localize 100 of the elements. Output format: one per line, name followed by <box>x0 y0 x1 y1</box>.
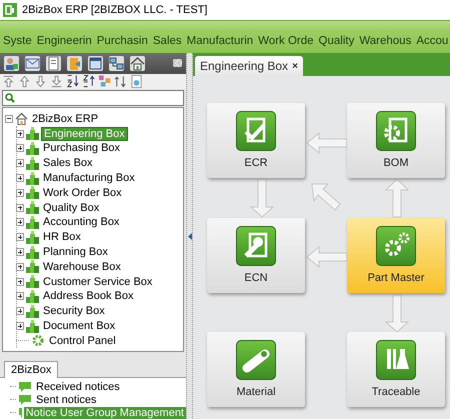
tree-item[interactable]: Accounting Box <box>41 216 122 228</box>
collapse-icon[interactable] <box>173 59 182 68</box>
window-title: 2BizBox ERP [2BIZBOX LLC. - TEST] <box>22 4 208 16</box>
notice-item[interactable]: Received notices <box>34 380 122 392</box>
expand-toggle-icon[interactable] <box>16 144 24 152</box>
pipe-icon <box>236 340 276 380</box>
expand-toggle-icon[interactable] <box>16 292 24 300</box>
building-blocks-icon <box>26 186 39 200</box>
tree-item[interactable]: Security Box <box>41 305 107 318</box>
network-icon[interactable] <box>109 56 124 71</box>
sort-ascending-icon[interactable] <box>66 74 80 89</box>
close-button[interactable]: × <box>292 60 298 72</box>
tree-item[interactable]: Customer Service Box <box>41 276 154 288</box>
expand-toggle-icon[interactable] <box>16 307 24 316</box>
tree-item[interactable]: Control Panel <box>47 334 118 347</box>
gear-doc-icon <box>376 111 416 151</box>
collapse-arrow-icon[interactable] <box>188 232 192 240</box>
menu-item[interactable]: Work Orde <box>258 35 314 47</box>
sort-icon[interactable] <box>114 74 128 89</box>
tree-item[interactable]: Planning Box <box>41 246 110 258</box>
menu-item[interactable]: Accou <box>416 35 448 47</box>
gears-icon <box>376 226 416 266</box>
building-blocks-icon <box>26 304 39 318</box>
menu-item[interactable]: Syste <box>3 35 32 47</box>
building-blocks-icon <box>26 320 39 333</box>
expand-toggle-icon[interactable] <box>16 278 24 286</box>
module-tile[interactable]: ECN <box>207 218 305 293</box>
home-icon[interactable] <box>130 56 145 71</box>
menu-item[interactable]: Manufacturin <box>186 35 254 47</box>
expand-toggle-icon[interactable] <box>16 233 24 242</box>
wrench-icon <box>236 226 276 266</box>
check-icon <box>236 111 276 151</box>
tree-item[interactable]: HR Box <box>41 231 83 244</box>
module-tile[interactable]: BOM <box>347 103 445 178</box>
document-tab[interactable]: Engineering Box × <box>195 56 303 76</box>
diagonal-arrow <box>311 184 341 211</box>
flask-icon <box>376 340 416 380</box>
tree-item[interactable]: Address Book Box <box>41 290 136 302</box>
tree-item[interactable]: Purchasing Box <box>41 142 122 154</box>
building-blocks-icon <box>26 201 39 214</box>
down-arrow <box>384 294 410 333</box>
tree-item[interactable]: Document Box <box>41 320 118 332</box>
notice-item[interactable]: Sent notices <box>34 394 99 406</box>
tree-item[interactable]: Quality Box <box>41 202 102 214</box>
app-logo-icon <box>3 3 17 17</box>
menu-item[interactable]: Purchasin <box>96 35 148 47</box>
building-blocks-icon <box>26 127 39 140</box>
expand-toggle-icon[interactable] <box>16 204 24 212</box>
expand-toggle-icon[interactable] <box>16 248 24 256</box>
expand-toggle-icon[interactable] <box>16 262 24 271</box>
settings-icon[interactable] <box>130 74 144 89</box>
building-blocks-icon <box>26 216 39 229</box>
module-tile[interactable]: Material <box>207 332 305 407</box>
window-icon[interactable] <box>88 56 103 71</box>
tree-item[interactable]: Engineering Box <box>41 126 128 141</box>
move-top-icon[interactable] <box>2 74 16 89</box>
users-icon[interactable] <box>4 56 19 71</box>
expand-toggle-icon[interactable] <box>16 130 24 138</box>
gear-icon <box>31 334 45 348</box>
tree-item[interactable]: 2BizBox ERP <box>30 112 100 125</box>
menu-item[interactable]: Warehous <box>359 35 412 47</box>
building-blocks-icon <box>26 275 39 288</box>
left-arrow <box>306 246 348 268</box>
panel-tab[interactable]: 2BizBox <box>4 361 58 378</box>
building-blocks-icon <box>26 172 39 185</box>
document-icon[interactable] <box>46 56 61 71</box>
building-blocks-icon <box>26 260 39 274</box>
house-icon <box>15 112 28 126</box>
module-tile[interactable]: Part Master <box>347 218 445 293</box>
up-arrow <box>384 178 410 218</box>
menu-item[interactable]: Quality <box>318 35 354 47</box>
menu-item[interactable]: Engineerin <box>36 35 92 47</box>
module-tile[interactable]: ECR <box>207 103 305 178</box>
move-down-icon[interactable] <box>34 74 48 89</box>
expand-toggle-icon[interactable] <box>16 218 24 226</box>
sort-descending-icon[interactable] <box>82 74 96 89</box>
expand-toggle-icon[interactable] <box>16 174 24 182</box>
tree-item[interactable]: Sales Box <box>41 157 95 170</box>
building-blocks-icon <box>26 230 39 244</box>
mail-icon[interactable] <box>25 56 40 71</box>
search-field[interactable] <box>2 90 184 106</box>
expand-toggle-icon[interactable] <box>16 159 24 168</box>
tree-item[interactable]: Work Order Box <box>41 186 124 199</box>
move-up-icon[interactable] <box>18 74 32 89</box>
collapse-toggle-icon[interactable] <box>5 114 13 123</box>
expand-toggle-icon[interactable] <box>16 322 24 330</box>
tree-item[interactable]: Manufacturing Box <box>41 172 137 184</box>
search-icon <box>5 93 15 104</box>
expand-toggle-icon[interactable] <box>16 188 24 197</box>
notice-item[interactable]: Notice User Group Management <box>24 406 186 418</box>
module-tile[interactable]: Traceable <box>347 332 445 407</box>
building-blocks-icon <box>26 156 39 170</box>
menu-item[interactable]: Sales <box>152 35 182 47</box>
left-arrow <box>306 132 348 154</box>
tree-item[interactable]: Warehouse Box <box>41 260 123 273</box>
down-arrow <box>250 178 274 218</box>
door-icon[interactable] <box>67 56 82 71</box>
building-blocks-icon <box>26 290 39 303</box>
building-blocks-icon <box>26 142 39 155</box>
building-blocks-icon <box>26 246 39 259</box>
